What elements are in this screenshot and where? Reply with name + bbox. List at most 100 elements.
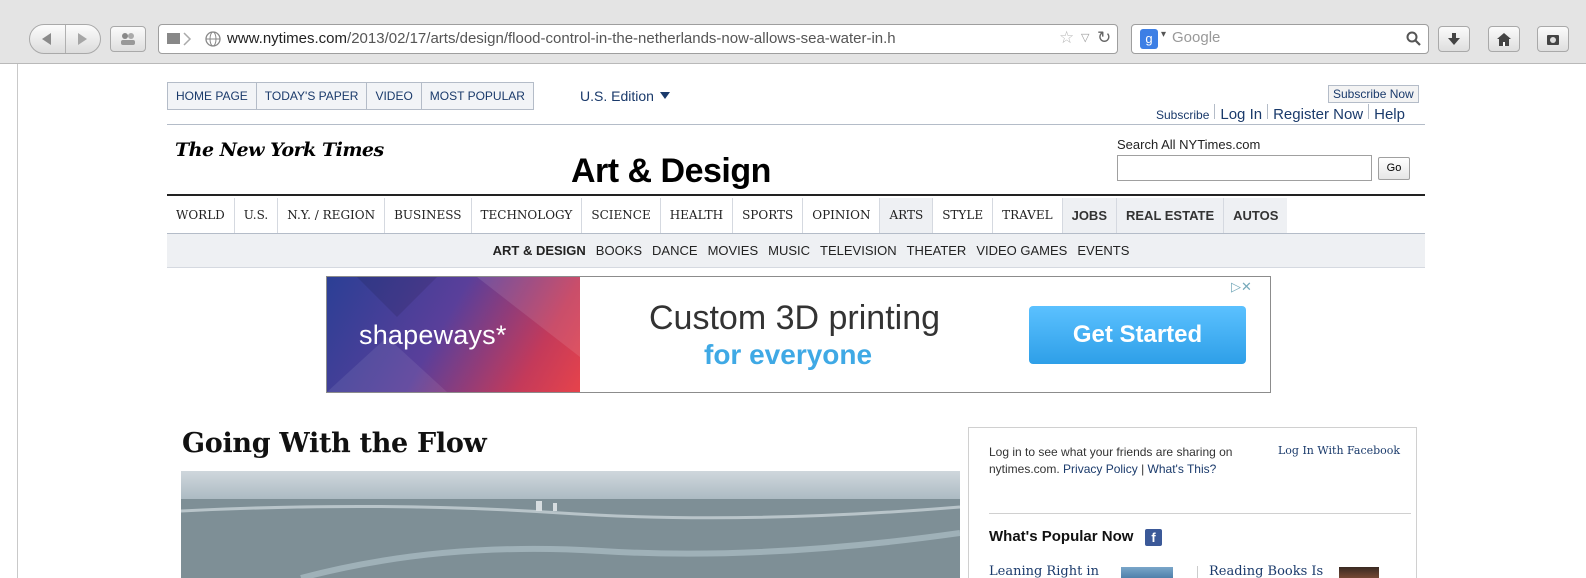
section-style[interactable]: STYLE <box>933 198 994 233</box>
divider <box>1214 104 1216 119</box>
popular-item-1-thumbnail[interactable] <box>1121 567 1173 578</box>
masthead: The New York Times Art & Design Search A… <box>167 124 1425 196</box>
popular-item-2-thumbnail[interactable] <box>1339 567 1379 578</box>
search-icon[interactable] <box>1406 31 1422 47</box>
section-autos[interactable]: AUTOS <box>1224 198 1288 233</box>
site-search-go-button[interactable]: Go <box>1378 157 1410 180</box>
engine-dropdown-icon[interactable]: ▾ <box>1161 29 1166 40</box>
friends-sharing-text: Log in to see what your friends are shar… <box>989 444 1254 478</box>
search-engine-placeholder: Google <box>1172 29 1221 46</box>
popular-heading: What's Popular Now <box>989 528 1134 545</box>
whats-this-link[interactable]: What's This? <box>1148 462 1217 476</box>
edition-label: U.S. Edition <box>580 88 654 104</box>
forward-arrow-icon <box>78 33 87 45</box>
subnav-dance[interactable]: DANCE <box>652 234 698 267</box>
privacy-policy-link[interactable]: Privacy Policy <box>1063 462 1138 476</box>
google-plus-icon[interactable]: g <box>1140 29 1158 49</box>
screenshot-button[interactable] <box>1537 26 1569 52</box>
ad-brand-logo: shapeways* <box>359 320 507 350</box>
browser-search-bar[interactable]: g ▾ Google <box>1131 24 1429 54</box>
url-domain: www.nytimes.com <box>227 30 348 47</box>
edition-caret-icon <box>659 92 670 99</box>
subnav-art-design[interactable]: ART & DESIGN <box>493 234 586 267</box>
popular-item-1[interactable]: Leaning Right in <box>989 564 1099 578</box>
bookmark-star-icon[interactable]: ☆ <box>1059 28 1074 48</box>
sidebar: Log in to see what your friends are shar… <box>968 427 1417 578</box>
edition-selector[interactable]: U.S. Edition <box>580 88 670 104</box>
camera-icon <box>1547 35 1559 45</box>
section-ny-region[interactable]: N.Y. / REGION <box>278 198 386 233</box>
home-icon <box>1497 33 1511 46</box>
section-technology[interactable]: TECHNOLOGY <box>472 198 583 233</box>
facebook-icon[interactable]: f <box>1145 529 1162 546</box>
top-nav: HOME PAGE TODAY'S PAPER VIDEO MOST POPUL… <box>167 82 534 110</box>
back-button[interactable] <box>30 25 66 53</box>
section-world[interactable]: WORLD <box>167 198 235 233</box>
ad-headline-2: for everyone <box>704 339 873 370</box>
section-business[interactable]: BUSINESS <box>385 198 472 233</box>
subnav-television[interactable]: TELEVISION <box>820 234 897 267</box>
subscribe-link[interactable]: Subscribe <box>1156 108 1209 122</box>
download-arrow-icon <box>1448 33 1460 45</box>
site-search-label: Search All NYTimes.com <box>1117 137 1261 152</box>
facebook-login-link[interactable]: Log In With Facebook <box>1278 444 1400 457</box>
downloads-button[interactable] <box>1438 26 1470 52</box>
section-real-estate[interactable]: REAL ESTATE <box>1117 198 1225 233</box>
account-links: Subscribe Log In Register Now Help <box>1156 104 1405 123</box>
arts-subnav: ART & DESIGN BOOKS DANCE MOVIES MUSIC TE… <box>167 234 1425 268</box>
divider <box>1368 104 1370 119</box>
section-sports[interactable]: SPORTS <box>733 198 804 233</box>
article-hero-image[interactable] <box>181 471 960 578</box>
subnav-theater[interactable]: THEATER <box>907 234 967 267</box>
nyt-logo[interactable]: The New York Times <box>175 139 384 161</box>
log-in-link[interactable]: Log In <box>1220 106 1262 123</box>
ad-get-started-button[interactable]: Get Started <box>1029 306 1246 364</box>
aerial-landscape-image <box>181 499 960 578</box>
forward-button[interactable] <box>66 25 100 53</box>
nav-video[interactable]: VIDEO <box>367 83 422 109</box>
section-arts[interactable]: ARTS <box>880 198 934 233</box>
divider <box>1267 104 1269 119</box>
banner-ad[interactable]: shapeways* Custom 3D printing for everyo… <box>326 276 1271 393</box>
subnav-events[interactable]: EVENTS <box>1077 234 1129 267</box>
section-health[interactable]: HEALTH <box>661 198 734 233</box>
nav-most-popular[interactable]: MOST POPULAR <box>422 83 533 109</box>
article-headline: Going With the Flow <box>182 428 487 459</box>
back-arrow-icon <box>42 33 51 45</box>
reload-icon[interactable]: ↻ <box>1097 28 1111 48</box>
sidebar-divider <box>989 513 1411 514</box>
popular-item-2[interactable]: Reading Books Is <box>1209 564 1323 578</box>
section-opinion[interactable]: OPINION <box>803 198 881 233</box>
ad-brand-panel: shapeways* <box>327 277 580 392</box>
url-dropdown-icon[interactable]: ▽ <box>1081 31 1089 44</box>
help-link[interactable]: Help <box>1374 106 1405 123</box>
users-icon <box>121 33 135 45</box>
ad-choices-icon[interactable]: ▷✕ <box>1231 279 1252 295</box>
identity-button[interactable] <box>110 26 146 52</box>
ad-headline-1: Custom 3D printing <box>649 299 941 337</box>
subscribe-now-button[interactable]: Subscribe Now <box>1328 85 1419 103</box>
subnav-movies[interactable]: MOVIES <box>708 234 759 267</box>
register-now-link[interactable]: Register Now <box>1273 106 1363 123</box>
subnav-books[interactable]: BOOKS <box>596 234 642 267</box>
subnav-video-games[interactable]: VIDEO GAMES <box>976 234 1067 267</box>
popular-divider <box>1197 566 1198 578</box>
back-forward-group <box>29 24 101 54</box>
section-title: Art & Design <box>571 152 771 190</box>
subnav-music[interactable]: MUSIC <box>768 234 810 267</box>
link-separator: | <box>1141 462 1145 476</box>
section-jobs[interactable]: JOBS <box>1062 198 1117 233</box>
globe-icon <box>205 31 221 47</box>
home-button[interactable] <box>1488 26 1520 52</box>
section-travel[interactable]: TRAVEL <box>993 198 1063 233</box>
nav-todays-paper[interactable]: TODAY'S PAPER <box>257 83 368 109</box>
site-search-input[interactable] <box>1117 155 1372 181</box>
section-nav: WORLD U.S. N.Y. / REGION BUSINESS TECHNO… <box>167 198 1425 234</box>
url-path: /2013/02/17/arts/design/flood-control-in… <box>347 30 896 47</box>
browser-toolbar: www.nytimes.com/2013/02/17/arts/design/f… <box>0 0 1586 64</box>
url-bar[interactable]: www.nytimes.com/2013/02/17/arts/design/f… <box>158 24 1118 54</box>
section-us[interactable]: U.S. <box>235 198 279 233</box>
nav-home-page[interactable]: HOME PAGE <box>168 83 257 109</box>
section-science[interactable]: SCIENCE <box>582 198 661 233</box>
url-text: www.nytimes.com/2013/02/17/arts/design/f… <box>227 30 896 47</box>
